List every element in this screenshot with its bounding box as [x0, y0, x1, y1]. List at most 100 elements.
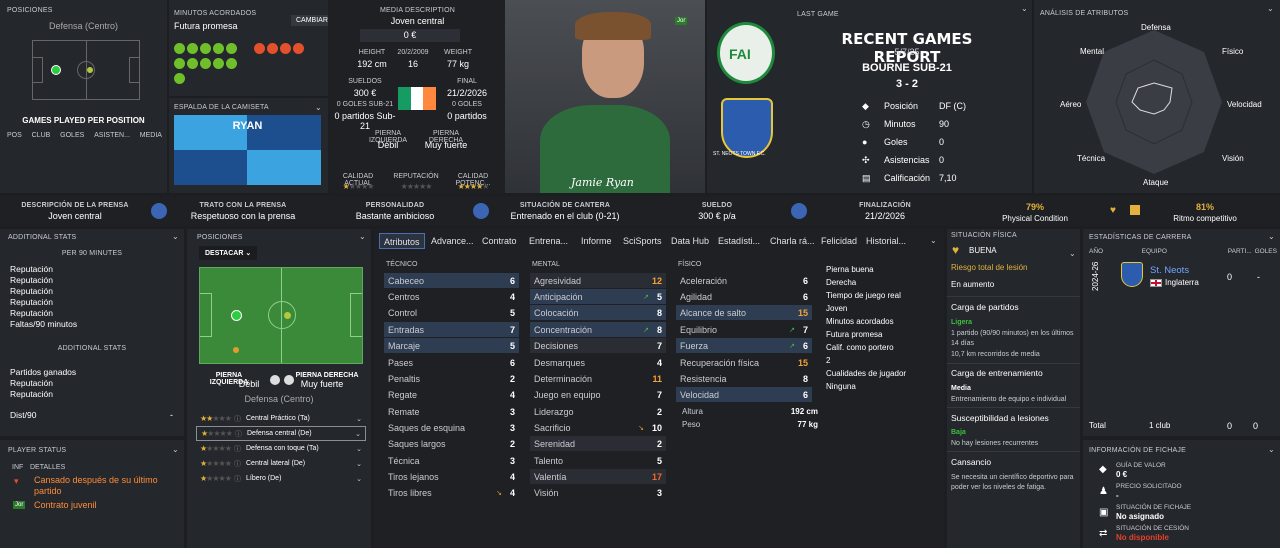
- attr-row[interactable]: Colocación 8: [530, 305, 666, 320]
- info-icon[interactable]: ⓘ: [234, 414, 246, 424]
- trait-icon[interactable]: [226, 43, 237, 54]
- attr-row[interactable]: Entradas 7: [384, 322, 519, 337]
- positions-title[interactable]: POSICIONES: [7, 7, 53, 14]
- attr-row[interactable]: Equilibrio ↗ 7: [676, 322, 812, 337]
- chevron-down-icon[interactable]: ⌄: [356, 475, 362, 483]
- natural-position-marker[interactable]: [231, 310, 242, 321]
- attr-row[interactable]: Alcance de salto 15: [676, 305, 812, 320]
- chevron-down-icon[interactable]: ⌄: [930, 236, 937, 245]
- attr-row[interactable]: Saques de esquina 3: [384, 420, 519, 435]
- chevron-down-icon[interactable]: ⌄: [356, 415, 362, 423]
- tab-attributes[interactable]: Atributos: [379, 233, 425, 249]
- attr-row[interactable]: Determinación 11: [530, 371, 666, 386]
- attr-row[interactable]: Anticipación ↗ 5: [530, 289, 666, 304]
- tab-report[interactable]: Informe: [581, 233, 612, 249]
- trait-icon[interactable]: [187, 58, 198, 69]
- col-year[interactable]: AÑO: [1089, 248, 1142, 255]
- trait-icon[interactable]: [200, 43, 211, 54]
- col-goals[interactable]: GOLES: [1255, 248, 1277, 255]
- attr-row[interactable]: Cabeceo 6: [384, 273, 519, 288]
- chevron-down-icon[interactable]: ⌄: [1268, 445, 1275, 454]
- tab-scisports[interactable]: SciSports: [623, 233, 662, 249]
- attr-row[interactable]: Resistencia 8: [676, 371, 812, 386]
- trait-icon[interactable]: [174, 73, 185, 84]
- attr-row[interactable]: Tiros lejanos 4: [384, 469, 519, 484]
- col-apps[interactable]: PARTI...: [1228, 248, 1255, 255]
- attr-row[interactable]: Penaltis 2: [384, 371, 519, 386]
- attr-row[interactable]: Sacrificio ↘ 10: [530, 420, 666, 435]
- attr-row[interactable]: Serenidad 2: [530, 436, 666, 451]
- role-row[interactable]: ★★★★★ ⓘ Central lateral (De) ⌄: [196, 456, 366, 471]
- role-row[interactable]: ★★★★★ ⓘ Líbero (De) ⌄: [196, 471, 366, 486]
- attr-row[interactable]: Control 5: [384, 305, 519, 320]
- attr-row[interactable]: Talento 5: [530, 453, 666, 468]
- info-icon[interactable]: ⓘ: [234, 444, 246, 454]
- attr-row[interactable]: Técnica 3: [384, 453, 519, 468]
- col-pos[interactable]: POS: [7, 132, 22, 139]
- chevron-down-icon[interactable]: ⌄: [172, 232, 179, 241]
- trait-icon[interactable]: [254, 43, 265, 54]
- tab-training[interactable]: Entrena...: [529, 233, 568, 249]
- tab-contract[interactable]: Contrato: [482, 233, 517, 249]
- tab-history[interactable]: Historial...: [866, 233, 906, 249]
- trait-icon[interactable]: [293, 43, 304, 54]
- chevron-down-icon[interactable]: ⌄: [172, 445, 179, 454]
- tab-advanced[interactable]: Advance...: [431, 233, 474, 249]
- attr-row[interactable]: Juego en equipo 7: [530, 387, 666, 402]
- attr-row[interactable]: Visión 3: [530, 485, 666, 500]
- highlight-dropdown[interactable]: DESTACAR ⌄: [199, 246, 258, 260]
- attr-row[interactable]: Agilidad 6: [676, 289, 812, 304]
- chevron-down-icon[interactable]: ⌄: [359, 232, 366, 241]
- attr-row[interactable]: Tiros libres ↘ 4: [384, 485, 519, 500]
- trait-icon[interactable]: [213, 58, 224, 69]
- career-team[interactable]: St. Neots: [1150, 265, 1189, 276]
- change-button[interactable]: CAMBIAR: [291, 15, 328, 26]
- role-row-selected[interactable]: ★★★★★ ⓘ Defensa central (De) ⌄: [196, 426, 366, 441]
- info-icon[interactable]: ⓘ: [234, 459, 246, 469]
- tab-data-hub[interactable]: Data Hub: [671, 233, 709, 249]
- role-row[interactable]: ★★★★★ ⓘ Central Práctico (Ta) ⌄: [196, 411, 366, 426]
- chevron-down-icon[interactable]: ⌄: [1268, 232, 1275, 241]
- attr-row[interactable]: Remate 3: [384, 404, 519, 419]
- tab-stats[interactable]: Estadísti...: [718, 233, 760, 249]
- position-marker[interactable]: [284, 312, 291, 319]
- tab-happiness[interactable]: Felicidad: [821, 233, 857, 249]
- attr-row[interactable]: Saques largos 2: [384, 436, 519, 451]
- attr-row[interactable]: Valentía 17: [530, 469, 666, 484]
- trait-icon[interactable]: [280, 43, 291, 54]
- chevron-down-icon[interactable]: ⌄: [1021, 4, 1028, 13]
- info-icon[interactable]: ⓘ: [235, 429, 247, 439]
- col-goals[interactable]: GOLES: [60, 132, 84, 139]
- info-icon[interactable]: ⓘ: [234, 474, 246, 484]
- attr-row[interactable]: Velocidad 6: [676, 387, 812, 402]
- chevron-down-icon[interactable]: ⌄: [1069, 249, 1076, 258]
- attr-row[interactable]: Agresividad 12: [530, 273, 666, 288]
- trait-icon[interactable]: [174, 43, 185, 54]
- col-club[interactable]: CLUB: [32, 132, 51, 139]
- col-team[interactable]: EQUIPO: [1142, 248, 1228, 255]
- chevron-down-icon[interactable]: ⌄: [315, 103, 322, 112]
- trait-icon[interactable]: [213, 43, 224, 54]
- chevron-down-icon[interactable]: ⌄: [355, 430, 361, 438]
- attr-row[interactable]: Pases 6: [384, 355, 519, 370]
- trait-icon[interactable]: [174, 58, 185, 69]
- trait-icon[interactable]: [226, 58, 237, 69]
- attr-row[interactable]: Liderazgo 2: [530, 404, 666, 419]
- col-assists[interactable]: ASISTEN...: [94, 132, 130, 139]
- attr-row[interactable]: Concentración ↗ 8: [530, 322, 666, 337]
- tab-team-talk[interactable]: Charla rá...: [770, 233, 815, 249]
- trait-icon[interactable]: [200, 58, 211, 69]
- chevron-down-icon[interactable]: ⌄: [356, 445, 362, 453]
- attr-row[interactable]: Desmarques 4: [530, 355, 666, 370]
- position-marker[interactable]: [233, 347, 239, 353]
- role-row[interactable]: ★★★★★ ⓘ Defensa con toque (Ta) ⌄: [196, 441, 366, 456]
- attr-row[interactable]: Marcaje 5: [384, 338, 519, 353]
- attr-row[interactable]: Decisiones 7: [530, 338, 666, 353]
- col-avg[interactable]: MEDIA: [140, 132, 162, 139]
- chevron-down-icon[interactable]: ⌄: [356, 460, 362, 468]
- attr-row[interactable]: Centros 4: [384, 289, 519, 304]
- attr-row[interactable]: Aceleración 6: [676, 273, 812, 288]
- trait-icon[interactable]: [267, 43, 278, 54]
- attr-row[interactable]: Fuerza ↗ 6: [676, 338, 812, 353]
- attr-row[interactable]: Regate 4: [384, 387, 519, 402]
